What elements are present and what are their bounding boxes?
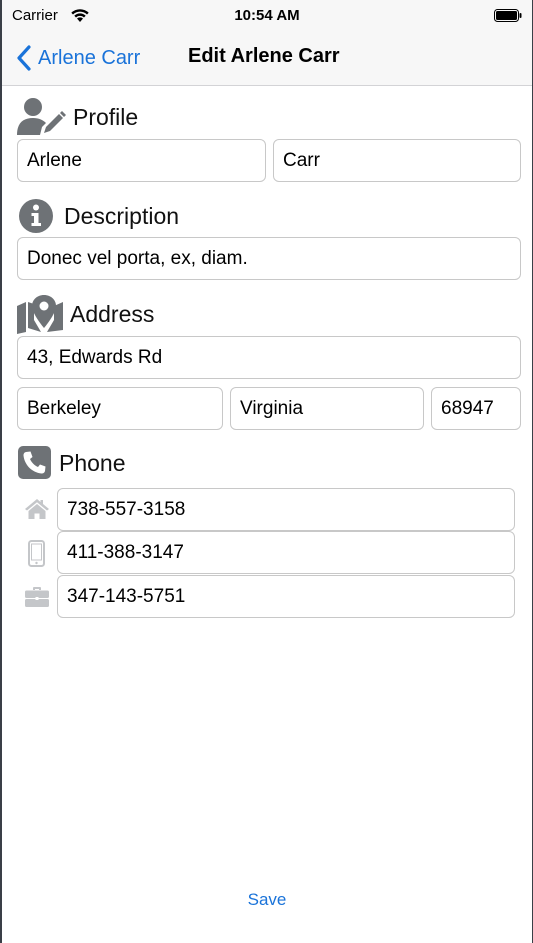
street-field[interactable] [17,336,521,379]
profile-section-title: Profile [73,103,139,130]
info-circle-icon [19,199,53,233]
state-field[interactable] [230,387,424,430]
home-phone-field[interactable] [57,488,515,531]
zip-input[interactable] [441,397,520,420]
street-input[interactable] [27,346,520,369]
city-field[interactable] [17,387,223,430]
phone-section-header: Phone [18,446,126,480]
last-name-input[interactable] [283,149,520,172]
last-name-field[interactable] [273,139,521,182]
page-title: Edit Arlene Carr [188,45,340,67]
mobile-phone-field[interactable] [57,531,515,574]
mobile-phone-input[interactable] [67,541,514,564]
status-time: 10:54 AM [234,7,300,24]
description-input[interactable] [27,247,520,270]
home-phone-input[interactable] [67,498,514,521]
description-section-header: Description [18,198,179,234]
home-icon [25,499,49,519]
address-section-title: Address [70,300,155,327]
address-section-header: Address [17,294,154,334]
city-input[interactable] [27,397,222,420]
phone-section-title: Phone [59,449,126,476]
zip-field[interactable] [431,387,521,430]
first-name-field[interactable] [17,139,266,182]
state-input[interactable] [240,397,423,420]
description-section-title: Description [64,202,180,229]
back-button[interactable]: Arlene Carr [16,42,140,74]
save-button[interactable]: Save [2,890,532,910]
first-name-input[interactable] [27,149,265,172]
battery-icon [494,9,522,22]
profile-section-header: Profile [17,97,138,137]
map-marker-icon [17,295,63,334]
mobile-icon [28,540,45,567]
description-field[interactable] [17,237,521,280]
navigation-bar: Arlene Carr Edit Arlene Carr [2,32,532,86]
chevron-left-icon [17,45,31,71]
back-button-label: Arlene Carr [38,46,141,69]
briefcase-icon [25,587,49,607]
app-screen: Carrier 10:54 AM Arlene Carr Edit Arlene… [0,0,533,943]
work-phone-input[interactable] [67,585,514,608]
work-phone-field[interactable] [57,575,515,618]
phone-square-icon [18,446,51,479]
user-edit-icon [17,98,66,135]
status-bar: Carrier 10:54 AM [2,0,532,32]
